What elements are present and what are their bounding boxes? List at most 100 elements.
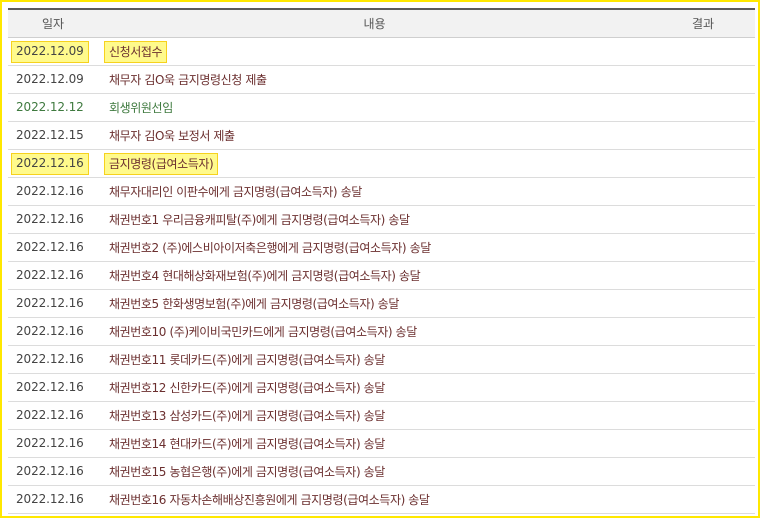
row-content: 신청서접수 [109, 44, 163, 59]
table-row: 2022.12.16 금지명령(급여소득자) [8, 149, 755, 178]
row-content-cell: 채권번호2 (주)에스비아이저축은행에게 금지명령(급여소득자) 송달 [98, 233, 651, 262]
row-content: 채권번호2 (주)에스비아이저축은행에게 금지명령(급여소득자) 송달 [109, 240, 431, 255]
row-content-cell: 채권번호14 현대카드(주)에게 금지명령(급여소득자) 송달 [98, 429, 651, 458]
row-date-cell: 2022.12.16 [8, 289, 98, 318]
row-result-cell [651, 373, 755, 402]
row-date: 2022.12.16 [16, 464, 84, 478]
row-date-cell: 2022.12.16 [8, 317, 98, 346]
row-date-cell: 2022.12.15 [8, 121, 98, 150]
row-content: 채무자 김O욱 보정서 제출 [109, 128, 235, 143]
table-row: 2022.12.16 채권번호10 (주)케이비국민카드에게 금지명령(급여소득… [8, 317, 755, 346]
row-content-cell: 채무자대리인 이판수에게 금지명령(급여소득자) 송달 [98, 177, 651, 206]
row-date-cell: 2022.12.09 [8, 37, 98, 66]
table-row: 2022.12.16 채권번호1 우리금융캐피탈(주)에게 금지명령(급여소득자… [8, 205, 755, 234]
header-date: 일자 [8, 8, 98, 38]
row-date: 2022.12.15 [16, 128, 84, 142]
row-result-cell [651, 429, 755, 458]
row-date-cell: 2022.12.16 [8, 345, 98, 374]
table-row: 2022.12.15 채무자 김O욱 보정서 제출 [8, 121, 755, 150]
row-date-cell: 2022.12.16 [8, 401, 98, 430]
row-content: 채권번호15 농협은행(주)에게 금지명령(급여소득자) 송달 [109, 464, 385, 479]
table-row: 2022.12.16 채권번호12 신한카드(주)에게 금지명령(급여소득자) … [8, 373, 755, 402]
screenshot-frame: 일자 내용 결과 2022.12.09 신청서접수 2022.12.09 채무자… [0, 0, 760, 518]
row-content: 회생위원선임 [109, 100, 173, 115]
row-date-cell: 2022.12.16 [8, 233, 98, 262]
header-result: 결과 [651, 8, 755, 38]
row-content-cell: 채권번호12 신한카드(주)에게 금지명령(급여소득자) 송달 [98, 373, 651, 402]
row-date-cell: 2022.12.12 [8, 93, 98, 122]
row-date: 2022.12.16 [16, 296, 84, 310]
header-content: 내용 [98, 8, 651, 38]
table-row: 2022.12.16 채권번호14 현대카드(주)에게 금지명령(급여소득자) … [8, 429, 755, 458]
row-content-cell: 신청서접수 [98, 37, 651, 66]
row-result-cell [651, 457, 755, 486]
table-row: 2022.12.16 채권번호4 현대해상화재보험(주)에게 금지명령(급여소득… [8, 261, 755, 290]
row-result-cell [651, 37, 755, 66]
table-header: 일자 내용 결과 [8, 8, 755, 38]
row-date-cell: 2022.12.16 [8, 485, 98, 514]
row-content-cell: 채권번호16 자동차손해배상진흥원에게 금지명령(급여소득자) 송달 [98, 485, 651, 514]
table-row: 2022.12.09 채무자 김O욱 금지명령신청 제출 [8, 65, 755, 94]
row-content: 금지명령(급여소득자) [109, 156, 214, 171]
header-row: 일자 내용 결과 [8, 8, 755, 38]
row-content: 채권번호13 삼성카드(주)에게 금지명령(급여소득자) 송달 [109, 408, 385, 423]
row-result-cell [651, 485, 755, 514]
row-date: 2022.12.16 [16, 156, 84, 170]
row-date: 2022.12.09 [16, 72, 84, 86]
row-content-cell: 금지명령(급여소득자) [98, 149, 651, 178]
row-date-cell: 2022.12.16 [8, 205, 98, 234]
row-content-cell: 채권번호13 삼성카드(주)에게 금지명령(급여소득자) 송달 [98, 401, 651, 430]
row-date: 2022.12.16 [16, 352, 84, 366]
table-row: 2022.12.16 채권번호5 한화생명보험(주)에게 금지명령(급여소득자)… [8, 289, 755, 318]
row-result-cell [651, 401, 755, 430]
row-result-cell [651, 317, 755, 346]
row-content-cell: 채무자 김O욱 금지명령신청 제출 [98, 65, 651, 94]
table-row: 2022.12.16 채권번호15 농협은행(주)에게 금지명령(급여소득자) … [8, 457, 755, 486]
row-date: 2022.12.16 [16, 324, 84, 338]
row-result-cell [651, 345, 755, 374]
row-result-cell [651, 233, 755, 262]
row-result-cell [651, 205, 755, 234]
table-row: 2022.12.16 채무자대리인 이판수에게 금지명령(급여소득자) 송달 [8, 177, 755, 206]
row-date: 2022.12.16 [16, 380, 84, 394]
row-content-cell: 채권번호5 한화생명보험(주)에게 금지명령(급여소득자) 송달 [98, 289, 651, 318]
row-date-cell: 2022.12.16 [8, 261, 98, 290]
row-date: 2022.12.16 [16, 492, 84, 506]
table-row: 2022.12.16 채권번호2 (주)에스비아이저축은행에게 금지명령(급여소… [8, 233, 755, 262]
row-content-cell: 회생위원선임 [98, 93, 651, 122]
row-date: 2022.12.16 [16, 184, 84, 198]
row-date-cell: 2022.12.16 [8, 429, 98, 458]
row-content-cell: 채권번호10 (주)케이비국민카드에게 금지명령(급여소득자) 송달 [98, 317, 651, 346]
row-date: 2022.12.16 [16, 240, 84, 254]
row-content: 채무자대리인 이판수에게 금지명령(급여소득자) 송달 [109, 184, 362, 199]
row-content: 채무자 김O욱 금지명령신청 제출 [109, 72, 267, 87]
table-row: 2022.12.16 채권번호13 삼성카드(주)에게 금지명령(급여소득자) … [8, 401, 755, 430]
row-content-cell: 채무자 김O욱 보정서 제출 [98, 121, 651, 150]
row-result-cell [651, 149, 755, 178]
row-date-cell: 2022.12.16 [8, 149, 98, 178]
row-content: 채권번호14 현대카드(주)에게 금지명령(급여소득자) 송달 [109, 436, 385, 451]
row-date-cell: 2022.12.16 [8, 457, 98, 486]
row-result-cell [651, 121, 755, 150]
row-date: 2022.12.16 [16, 408, 84, 422]
row-content: 채권번호16 자동차손해배상진흥원에게 금지명령(급여소득자) 송달 [109, 492, 430, 507]
row-date: 2022.12.16 [16, 436, 84, 450]
row-date-cell: 2022.12.16 [8, 177, 98, 206]
row-date-cell: 2022.12.16 [8, 373, 98, 402]
table-row: 2022.12.12 회생위원선임 [8, 93, 755, 122]
row-content: 채권번호11 롯데카드(주)에게 금지명령(급여소득자) 송달 [109, 352, 385, 367]
row-content-cell: 채권번호11 롯데카드(주)에게 금지명령(급여소득자) 송달 [98, 345, 651, 374]
row-result-cell [651, 289, 755, 318]
row-result-cell [651, 93, 755, 122]
row-result-cell [651, 65, 755, 94]
table-row: 2022.12.16 채권번호16 자동차손해배상진흥원에게 금지명령(급여소득… [8, 485, 755, 514]
row-result-cell [651, 177, 755, 206]
table-body: 2022.12.09 신청서접수 2022.12.09 채무자 김O욱 금지명령… [8, 37, 755, 514]
row-content-cell: 채권번호4 현대해상화재보험(주)에게 금지명령(급여소득자) 송달 [98, 261, 651, 290]
row-date: 2022.12.09 [16, 44, 84, 58]
row-result-cell [651, 261, 755, 290]
row-date: 2022.12.16 [16, 212, 84, 226]
row-content-cell: 채권번호1 우리금융캐피탈(주)에게 금지명령(급여소득자) 송달 [98, 205, 651, 234]
row-date: 2022.12.16 [16, 268, 84, 282]
row-content: 채권번호10 (주)케이비국민카드에게 금지명령(급여소득자) 송달 [109, 324, 417, 339]
